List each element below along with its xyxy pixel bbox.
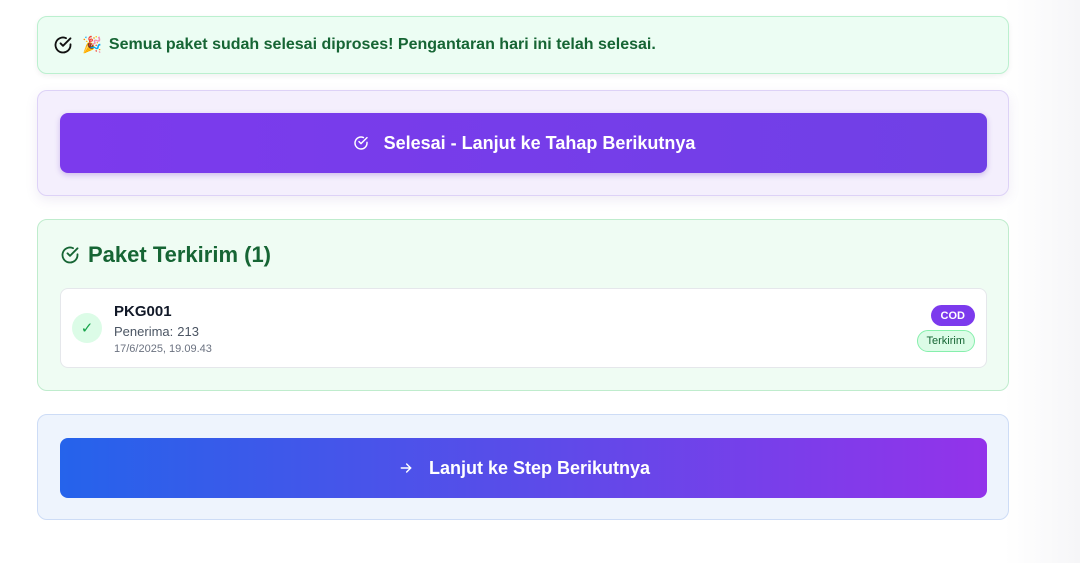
party-popper-icon: 🎉 xyxy=(82,37,102,54)
delivered-check-icon: ✓ xyxy=(72,313,102,343)
package-id: PKG001 xyxy=(114,303,172,320)
finish-card: Selesai - Lanjut ke Tahap Berikutnya xyxy=(37,90,1009,196)
check-circle-icon xyxy=(352,134,370,152)
section-title: Paket Terkirim (1) xyxy=(60,242,271,268)
next-step-label: Lanjut ke Step Berikutnya xyxy=(428,457,651,478)
delivered-packages-section: Paket Terkirim (1) ✓ PKG001 Penerima: 213… xyxy=(37,219,1009,391)
arrow-right-icon xyxy=(397,459,415,477)
section-title-text: Paket Terkirim (1) xyxy=(88,242,272,267)
status-badge: Terkirim xyxy=(916,330,975,352)
package-timestamp: 17/6/2025, 19.09.43 xyxy=(114,343,212,355)
next-step-card: Lanjut ke Step Berikutnya xyxy=(37,414,1009,520)
finish-button-label: Selesai - Lanjut ke Tahap Berikutnya xyxy=(383,132,696,153)
package-row[interactable]: ✓ PKG001 Penerima: 213 17/6/2025, 19.09.4… xyxy=(60,288,987,368)
alert-message: Semua paket sudah selesai diproses! Peng… xyxy=(108,36,656,53)
success-alert: 🎉 Semua paket sudah selesai diproses! Pe… xyxy=(37,16,1009,74)
finish-next-stage-button[interactable]: Selesai - Lanjut ke Tahap Berikutnya xyxy=(60,113,987,173)
package-recipient: Penerima: 213 xyxy=(114,324,199,339)
recipient-label: Penerima: xyxy=(114,324,174,339)
recipient-value: 213 xyxy=(177,324,199,339)
check-circle-icon xyxy=(60,245,80,265)
payment-badge: COD xyxy=(930,305,975,326)
check-circle-icon xyxy=(53,35,73,55)
next-step-button[interactable]: Lanjut ke Step Berikutnya xyxy=(60,438,987,498)
